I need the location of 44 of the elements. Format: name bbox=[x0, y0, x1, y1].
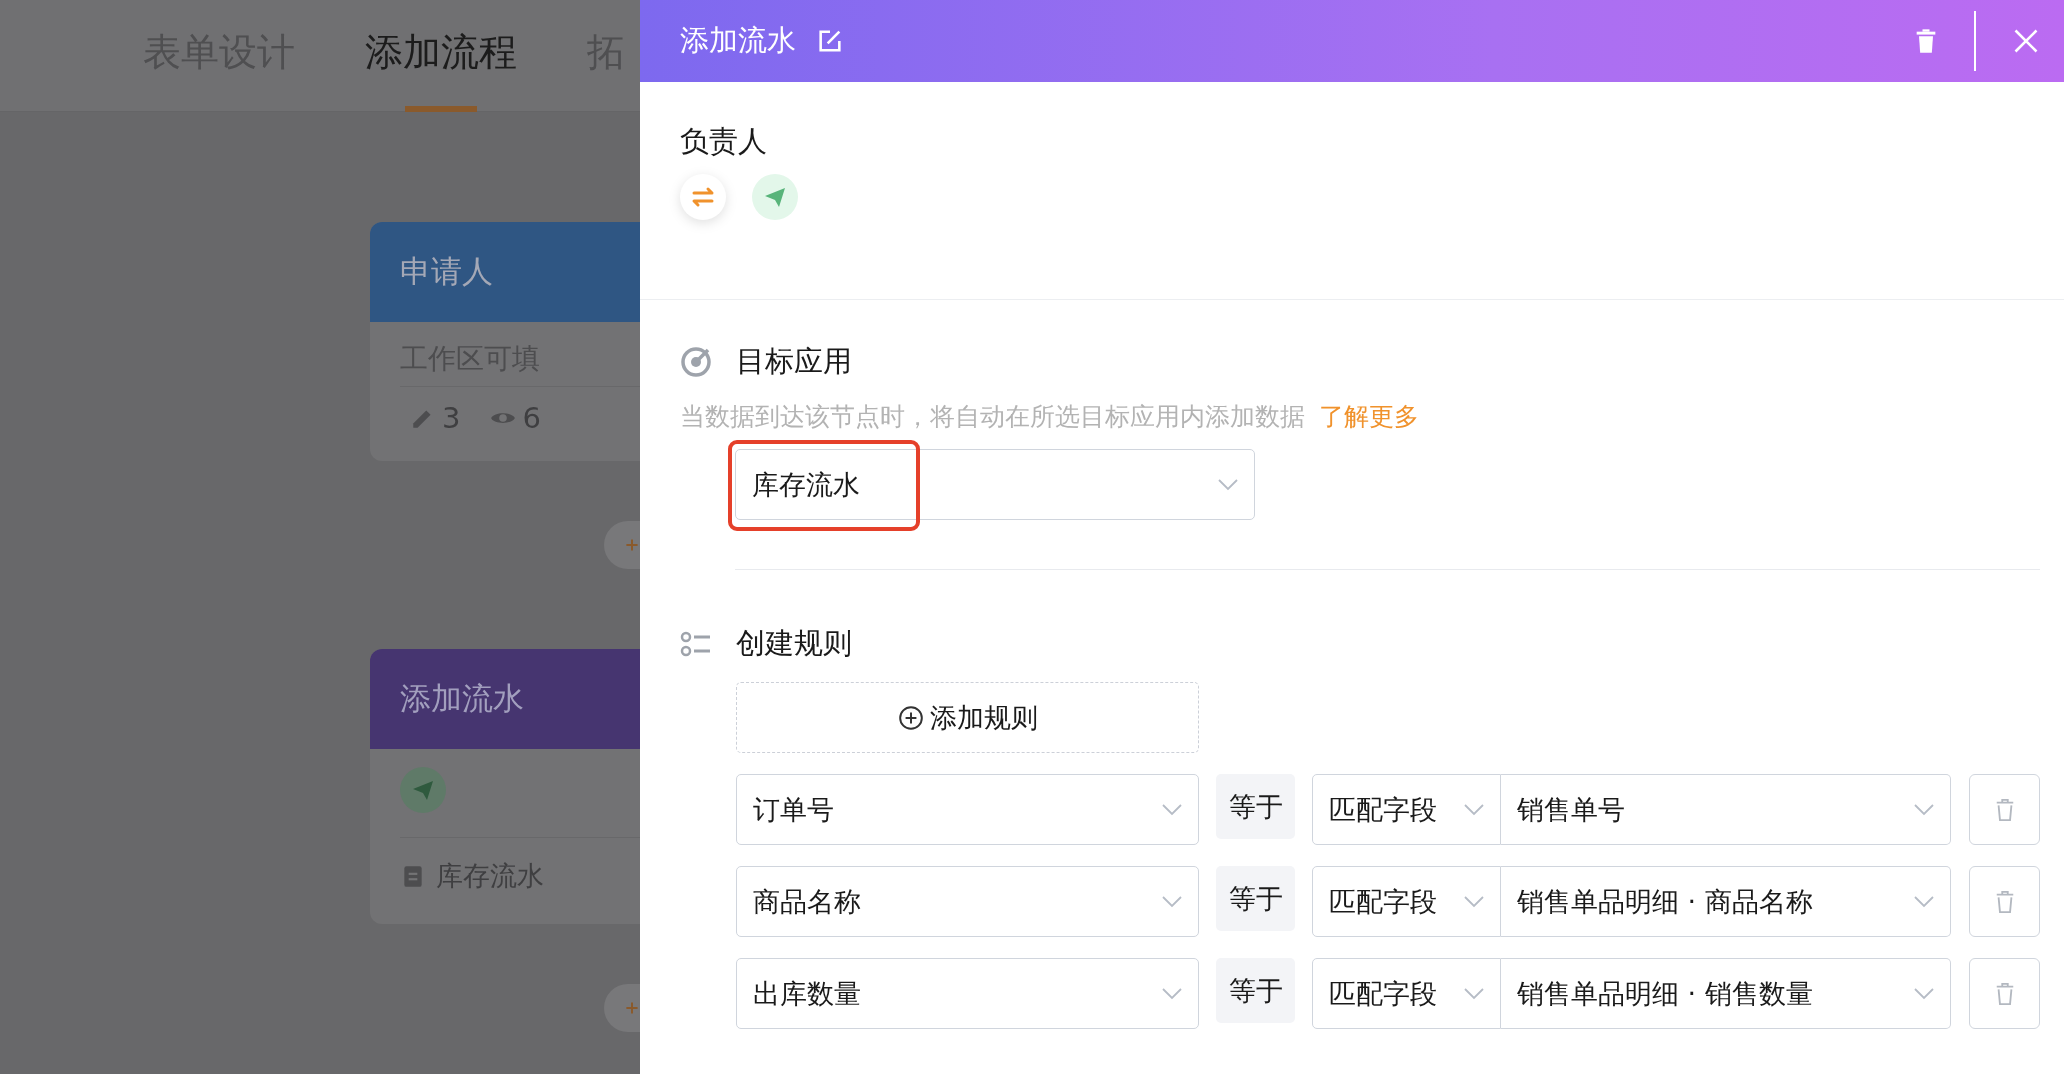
chevron-down-icon bbox=[1464, 895, 1484, 908]
delete-rule-button[interactable] bbox=[1969, 866, 2040, 937]
chevron-down-icon bbox=[1162, 895, 1182, 908]
value-select[interactable]: 销售单品明细 · 销售数量 bbox=[1501, 958, 1951, 1029]
delete-rule-button[interactable] bbox=[1969, 958, 2040, 1029]
plus-icon bbox=[624, 1000, 640, 1016]
mode-select[interactable]: 匹配字段 bbox=[1312, 958, 1501, 1029]
field-select[interactable]: 订单号 bbox=[736, 774, 1199, 845]
field-select[interactable]: 商品名称 bbox=[736, 866, 1199, 937]
target-app-select[interactable]: 库存流水 bbox=[735, 449, 1255, 520]
section-heading: 负责人 bbox=[680, 123, 768, 160]
chevron-down-icon bbox=[1464, 987, 1484, 1000]
plus-icon bbox=[624, 537, 640, 553]
mode-select[interactable]: 匹配字段 bbox=[1312, 774, 1501, 845]
section-heading: 目标应用 bbox=[736, 343, 852, 380]
close-icon[interactable] bbox=[2012, 27, 2040, 55]
add-node-button[interactable] bbox=[604, 984, 640, 1032]
node-title: 申请人 bbox=[370, 222, 640, 322]
chevron-down-icon bbox=[1162, 987, 1182, 1000]
description-text: 当数据到达该节点时，将自动在所选目标应用内添加数据 bbox=[680, 402, 1305, 431]
value-select[interactable]: 销售单品明细 · 商品名称 bbox=[1501, 866, 1951, 937]
chevron-down-icon bbox=[1218, 478, 1238, 491]
chevron-down-icon bbox=[1914, 895, 1934, 908]
panel-title: 添加流水 bbox=[680, 22, 796, 59]
section-heading: 创建规则 bbox=[736, 625, 852, 662]
add-rule-button[interactable]: 添加规则 bbox=[736, 682, 1199, 753]
chevron-down-icon bbox=[1162, 803, 1182, 816]
node-title: 添加流水 bbox=[370, 649, 640, 749]
chevron-down-icon bbox=[1464, 803, 1484, 816]
value-select[interactable]: 销售单号 bbox=[1501, 774, 1951, 845]
operator-label: 等于 bbox=[1216, 774, 1295, 839]
plus-circle-icon bbox=[897, 704, 924, 731]
operator-label: 等于 bbox=[1216, 866, 1295, 931]
operator-label: 等于 bbox=[1216, 958, 1295, 1023]
chevron-down-icon bbox=[1914, 803, 1934, 816]
mode-select[interactable]: 匹配字段 bbox=[1312, 866, 1501, 937]
edit-icon[interactable] bbox=[816, 27, 844, 55]
delete-rule-button[interactable] bbox=[1969, 774, 2040, 845]
target-icon bbox=[680, 346, 712, 378]
send-icon[interactable] bbox=[752, 174, 798, 220]
field-select[interactable]: 出库数量 bbox=[736, 958, 1199, 1029]
add-node-button[interactable] bbox=[604, 521, 640, 569]
send-icon bbox=[400, 767, 446, 813]
chevron-down-icon bbox=[1914, 987, 1934, 1000]
